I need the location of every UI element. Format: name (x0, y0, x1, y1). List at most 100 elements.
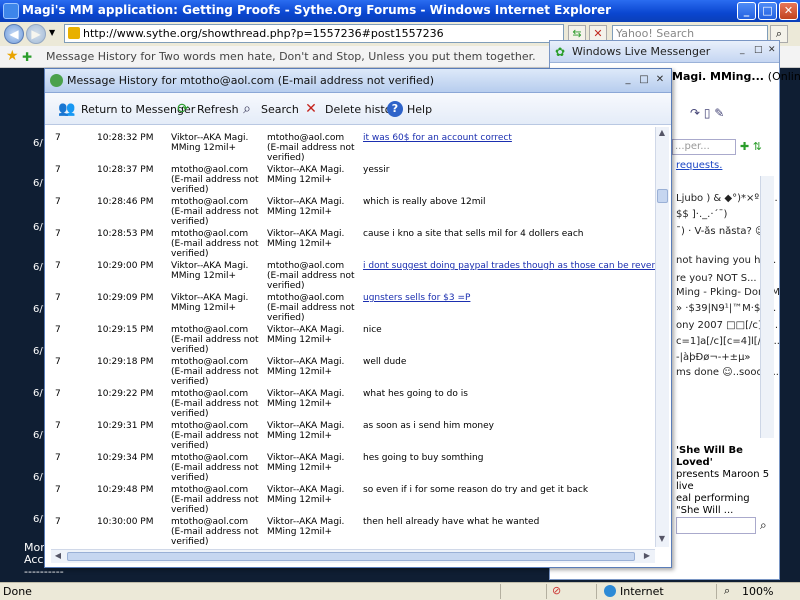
row-from: mtotho@aol.com (E-mail address not verif… (171, 325, 259, 355)
tab-title[interactable]: Message History for Two words men hate, … (46, 50, 536, 63)
messenger-display-name[interactable]: Magi. MMing... (Online) (672, 70, 800, 83)
row-message: cause i kno a site that sells mil for 4 … (363, 229, 584, 239)
row-from: mtotho@aol.com (E-mail address not verif… (171, 229, 259, 259)
row-from: Viktor--AKA Magi. MMing 12mil+ (171, 133, 249, 153)
row-from: mtotho@aol.com (E-mail address not verif… (171, 421, 259, 451)
messenger-maximize-icon[interactable]: □ (754, 45, 766, 57)
popup-blocker-icon[interactable]: ⊘ (552, 584, 561, 597)
add-contact-icon[interactable]: ✚ ⇅ (740, 140, 762, 153)
add-favorite-icon[interactable]: ✚ (22, 50, 32, 64)
row-message[interactable]: it was 60$ for an account correct (363, 133, 655, 143)
scroll-right-icon[interactable]: ▶ (641, 550, 653, 562)
row-date: 7 (55, 421, 61, 431)
people-icon: 👥 (58, 101, 76, 117)
scroll-up-icon[interactable]: ▲ (656, 127, 668, 139)
row-to: Viktor--AKA Magi. MMing 12mil+ (267, 517, 345, 537)
messenger-scrollbar[interactable] (760, 176, 774, 438)
row-time: 10:28:53 PM (97, 229, 154, 239)
address-input[interactable]: http://www.sythe.org/showthread.php?p=15… (64, 24, 564, 43)
row-date: 7 (55, 389, 61, 399)
history-horizontal-scrollbar[interactable]: ◀ ▶ (51, 549, 655, 563)
row-to: Viktor--AKA Magi. MMing 12mil+ (267, 389, 345, 409)
status-text: Done (3, 585, 32, 598)
vertical-scroll-thumb[interactable] (657, 189, 668, 203)
row-from: mtotho@aol.com (E-mail address not verif… (171, 389, 259, 419)
row-from: Viktor--AKA Magi. MMing 12mil+ (171, 293, 249, 313)
recent-pages-dropdown-icon[interactable]: ▼ (49, 28, 55, 37)
row-message: which is really above 12mil (363, 197, 486, 207)
horizontal-scroll-thumb[interactable] (67, 552, 635, 561)
messenger-minimize-icon[interactable]: _ (740, 45, 752, 57)
history-vertical-scrollbar[interactable]: ▲ ▼ (655, 127, 669, 547)
close-button[interactable]: ✕ (779, 2, 798, 20)
row-to: Viktor--AKA Magi. MMing 12mil+ (267, 357, 345, 377)
zoom-level[interactable]: 100% (742, 585, 773, 598)
back-button[interactable]: ◀ (4, 24, 24, 44)
row-message[interactable]: i dont suggest doing paypal trades thoug… (363, 261, 655, 271)
row-message: what hes going to do is (363, 389, 468, 399)
message-history-window: Message History for mtotho@aol.com (E-ma… (44, 68, 672, 568)
help-button[interactable]: ? Help (387, 99, 432, 119)
messenger-web-search-input[interactable] (676, 517, 756, 534)
security-zone-label[interactable]: Internet (620, 585, 664, 598)
row-to: Viktor--AKA Magi. MMing 12mil+ (267, 453, 345, 473)
row-message: nice (363, 325, 382, 335)
history-toolbar: 👥 Return to Messenger ⟳ Refresh ⌕ Search… (45, 93, 671, 125)
refresh-button[interactable]: ⟳ Refresh (173, 99, 239, 119)
history-close-icon[interactable]: ✕ (653, 73, 667, 87)
messenger-close-icon[interactable]: ✕ (768, 45, 780, 57)
row-to: mtotho@aol.com (E-mail address not verif… (267, 133, 355, 163)
row-to: Viktor--AKA Magi. MMing 12mil+ (267, 485, 345, 505)
messenger-title-bar: ✿ Windows Live Messenger _ □ ✕ (550, 41, 779, 63)
refresh-label: Refresh (197, 102, 239, 116)
row-date: 7 (55, 133, 61, 143)
ie-title-bar: Magi's MM application: Getting Proofs - … (0, 0, 800, 22)
messenger-search-input[interactable]: ...per... (672, 139, 736, 155)
row-time: 10:29:31 PM (97, 421, 154, 431)
row-message[interactable]: ugnsters sells for $3 =P (363, 293, 655, 303)
row-from: Viktor--AKA Magi. MMing 12mil+ (171, 261, 249, 281)
row-date: 7 (55, 197, 61, 207)
row-date: 7 (55, 517, 61, 527)
maximize-button[interactable]: □ (758, 2, 777, 20)
minimize-button[interactable]: _ (737, 2, 756, 20)
favorites-star-icon[interactable]: ★ (6, 48, 19, 64)
history-maximize-icon[interactable]: □ (637, 73, 651, 87)
row-date: 7 (55, 485, 61, 495)
row-date: 7 (55, 261, 61, 271)
row-to: mtotho@aol.com (E-mail address not verif… (267, 261, 355, 291)
requests-link[interactable]: requests. (676, 160, 722, 171)
messenger-search-icon[interactable]: ⌕ (760, 518, 767, 533)
status-divider (716, 584, 717, 599)
messenger-tool-icons[interactable]: ↷ ▯ ✎ (690, 106, 724, 120)
row-to: Viktor--AKA Magi. MMing 12mil+ (267, 421, 345, 441)
row-date: 7 (55, 229, 61, 239)
scroll-left-icon[interactable]: ◀ (52, 550, 64, 562)
ie-window-title: Magi's MM application: Getting Proofs - … (22, 3, 612, 17)
row-message: hes going to buy somthing (363, 453, 484, 463)
row-date: 7 (55, 325, 61, 335)
row-time: 10:29:00 PM (97, 261, 154, 271)
online-status[interactable]: (Online) (768, 70, 800, 83)
search-button[interactable]: ⌕ Search (237, 99, 299, 119)
status-divider (500, 584, 501, 599)
messenger-logo-icon: ✿ (555, 45, 566, 59)
row-message: then hell already have what he wanted (363, 517, 540, 527)
history-title-bar: Message History for mtotho@aol.com (E-ma… (45, 69, 671, 93)
row-from: mtotho@aol.com (E-mail address not verif… (171, 357, 259, 387)
row-time: 10:29:18 PM (97, 357, 154, 367)
status-divider (596, 584, 597, 599)
row-time: 10:29:15 PM (97, 325, 154, 335)
zoom-icon[interactable]: ⌕ (724, 584, 730, 598)
scroll-down-icon[interactable]: ▼ (656, 533, 668, 545)
row-time: 10:30:00 PM (97, 517, 154, 527)
row-from: mtotho@aol.com (E-mail address not verif… (171, 517, 259, 547)
forward-button[interactable]: ▶ (26, 24, 46, 44)
row-from: mtotho@aol.com (E-mail address not verif… (171, 165, 259, 195)
search-label: Search (261, 102, 299, 116)
refresh-icon: ⟳ (177, 101, 189, 117)
row-to: mtotho@aol.com (E-mail address not verif… (267, 293, 355, 323)
row-date: 7 (55, 357, 61, 367)
history-minimize-icon[interactable]: _ (621, 73, 635, 87)
history-title: Message History for mtotho@aol.com (E-ma… (67, 74, 435, 87)
